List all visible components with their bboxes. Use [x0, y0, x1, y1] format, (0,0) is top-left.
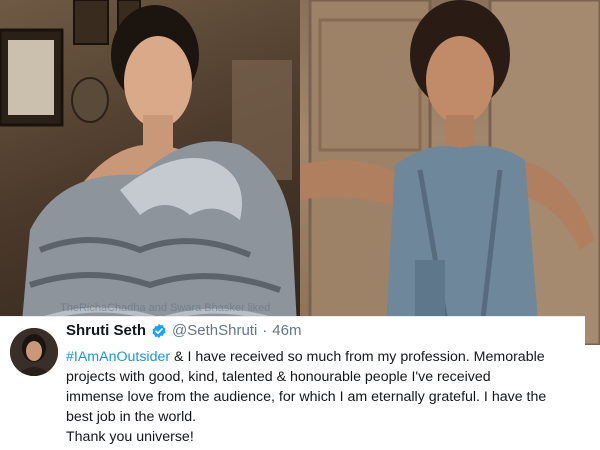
avatar-image: [10, 328, 58, 376]
face: [426, 36, 494, 124]
left-photo: [0, 0, 300, 345]
wall-frame-picture: [8, 40, 54, 115]
wall-frame: [71, 77, 109, 123]
right-photo: [300, 0, 600, 345]
tweet-line-2: projects with good, kind, talented & hon…: [66, 369, 491, 385]
header-separator: ·: [262, 322, 268, 339]
tweet-line-3: immense love from the audience, for whic…: [66, 389, 547, 405]
author-handle[interactable]: @SethShruti: [172, 322, 257, 339]
wall-frame: [73, 0, 109, 45]
right-photo-illustration: [300, 0, 600, 345]
tweet-line-4: best job in the world.: [66, 409, 197, 425]
left-photo-illustration: [0, 0, 298, 345]
tweet-header: Shruti Seth @SethShruti · 46m: [66, 322, 301, 339]
liked-by-line: TheRichaChadha and Swara Bhasker liked: [60, 302, 271, 314]
verified-badge-icon: [152, 323, 166, 338]
face: [124, 36, 192, 128]
neck: [446, 115, 474, 150]
tweet-text: #IAmAnOutsider & I have received so much…: [66, 347, 581, 447]
tweet-timestamp[interactable]: 46m: [272, 322, 301, 339]
tweet-line-1: #IAmAnOutsider & I have received so much…: [66, 347, 581, 367]
tweet-line-1-rest: & I have received so much from my profes…: [170, 349, 545, 365]
news-image: TheRichaChadha and Swara Bhasker liked S…: [0, 0, 600, 450]
hashtag-link[interactable]: #IAmAnOutsider: [66, 349, 170, 365]
avatar[interactable]: [10, 328, 58, 376]
author-name[interactable]: Shruti Seth: [66, 322, 146, 339]
tweet-line-5: Thank you universe!: [66, 429, 194, 445]
